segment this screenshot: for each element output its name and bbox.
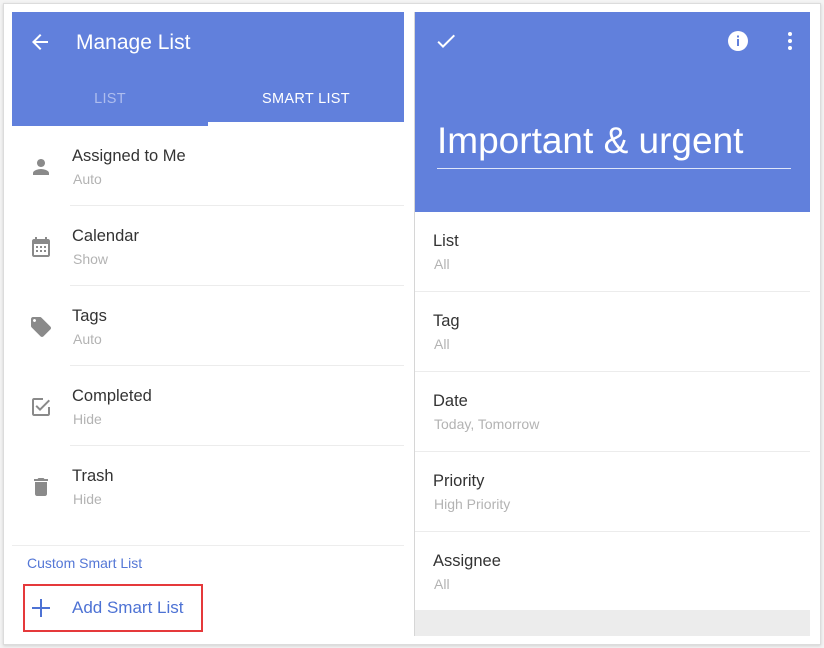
tab-smart-list[interactable]: SMART LIST — [208, 76, 404, 126]
filter-row-assignee[interactable]: Assignee All — [415, 532, 810, 612]
info-icon[interactable] — [726, 29, 750, 53]
list-item-assigned-to-me[interactable]: Assigned to Me Auto — [12, 126, 404, 206]
checkbox-icon — [32, 398, 50, 416]
section-divider — [12, 545, 404, 546]
item-label: Completed — [72, 387, 152, 405]
item-label: Assigned to Me — [72, 147, 186, 165]
more-vert-icon[interactable] — [778, 29, 802, 53]
add-smart-list-button[interactable]: Add Smart List — [23, 584, 203, 632]
filter-row-priority[interactable]: Priority High Priority — [415, 452, 810, 532]
item-value: Hide — [73, 411, 102, 427]
filter-label: Priority — [433, 472, 485, 490]
filter-row-date[interactable]: Date Today, Tomorrow — [415, 372, 810, 452]
filter-value: All — [434, 336, 450, 352]
page-title: Manage List — [76, 31, 191, 54]
add-smart-list-label: Add Smart List — [72, 598, 184, 617]
filter-label: List — [433, 232, 459, 250]
smart-list-editor-screen: Important & urgent List All Tag All Date… — [415, 12, 810, 636]
item-value: Auto — [73, 171, 102, 187]
filter-row-tag[interactable]: Tag All — [415, 292, 810, 372]
item-value: Auto — [73, 331, 102, 347]
tag-icon — [31, 317, 51, 337]
list-item-trash[interactable]: Trash Hide — [12, 446, 404, 526]
filter-row-list[interactable]: List All — [415, 212, 810, 292]
item-value: Hide — [73, 491, 102, 507]
custom-smart-list-header: Custom Smart List — [27, 555, 143, 571]
filter-value: All — [434, 256, 450, 272]
list-item-completed[interactable]: Completed Hide — [12, 366, 404, 446]
check-icon[interactable] — [434, 29, 458, 53]
editor-header: Important & urgent — [415, 12, 810, 212]
calendar-icon — [32, 237, 50, 257]
manage-list-screen: Manage List LIST SMART LIST Assigned to … — [12, 12, 404, 636]
item-label: Trash — [72, 467, 114, 485]
filter-value: Today, Tomorrow — [434, 416, 540, 432]
tab-bar: LIST SMART LIST — [12, 76, 404, 126]
filter-label: Date — [433, 392, 468, 410]
filter-value: All — [434, 576, 450, 592]
plus-icon — [32, 599, 50, 617]
app-bar: Manage List LIST SMART LIST — [12, 12, 404, 126]
smart-list-name-input[interactable]: Important & urgent — [437, 120, 791, 169]
filter-label: Tag — [433, 312, 460, 330]
bottom-gray-area — [415, 610, 810, 636]
item-label: Calendar — [72, 227, 139, 245]
list-item-tags[interactable]: Tags Auto — [12, 286, 404, 366]
person-icon — [33, 159, 49, 175]
filter-label: Assignee — [433, 552, 501, 570]
tab-list[interactable]: LIST — [12, 76, 208, 126]
filter-value: High Priority — [434, 496, 511, 512]
item-value: Show — [73, 251, 109, 267]
trash-icon — [34, 478, 48, 496]
list-item-calendar[interactable]: Calendar Show — [12, 206, 404, 286]
item-label: Tags — [72, 307, 107, 325]
arrow-back-icon[interactable] — [28, 30, 52, 54]
